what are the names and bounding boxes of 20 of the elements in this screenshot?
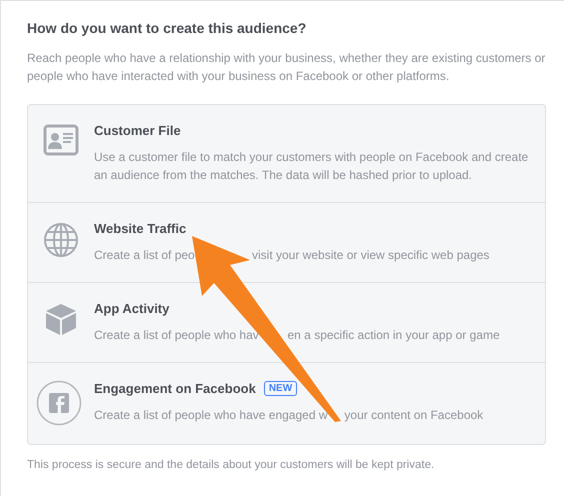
option-description: Use a customer file to match your customers with people on Facebook and create an audience from the matches. The data will be hashed prior to upload.: [94, 150, 528, 182]
contact-card-icon: [43, 124, 79, 156]
audience-option[interactable]: Customer File Use a customer file to match your customers with people on Facebook and create an audience from the matches. The data will be hashed prior to upload.: [28, 105, 545, 202]
option-description: visit your website or view specific web pages: [252, 248, 490, 262]
privacy-note: This process is secure and the details about your customers will be kept private.: [27, 459, 436, 471]
option-description: Create a list of peo: [94, 248, 195, 262]
option-title: Engagement on Facebook: [94, 381, 256, 396]
option-description: en a specific action in your app or game: [288, 328, 500, 342]
option-title: Customer File: [94, 123, 181, 138]
option-description: your content on Facebook: [344, 408, 484, 422]
facebook-icon: [36, 380, 82, 426]
cube-icon: [44, 302, 78, 336]
section-heading: How do you want to create this audience?: [27, 20, 308, 36]
option-title: Website Traffic: [94, 221, 186, 236]
option-title: App Activity: [94, 301, 170, 316]
intro-text: Reach people who have a relationship with your business, whether they are existing customers or people who have interacted with your business on Facebook or other platforms.: [27, 50, 546, 85]
new-badge: NEW: [264, 381, 298, 396]
globe-icon: [43, 222, 79, 258]
option-description: Create a list of people who hav: [94, 328, 259, 342]
option-description: Create a list of people who have engaged w: [94, 408, 328, 422]
